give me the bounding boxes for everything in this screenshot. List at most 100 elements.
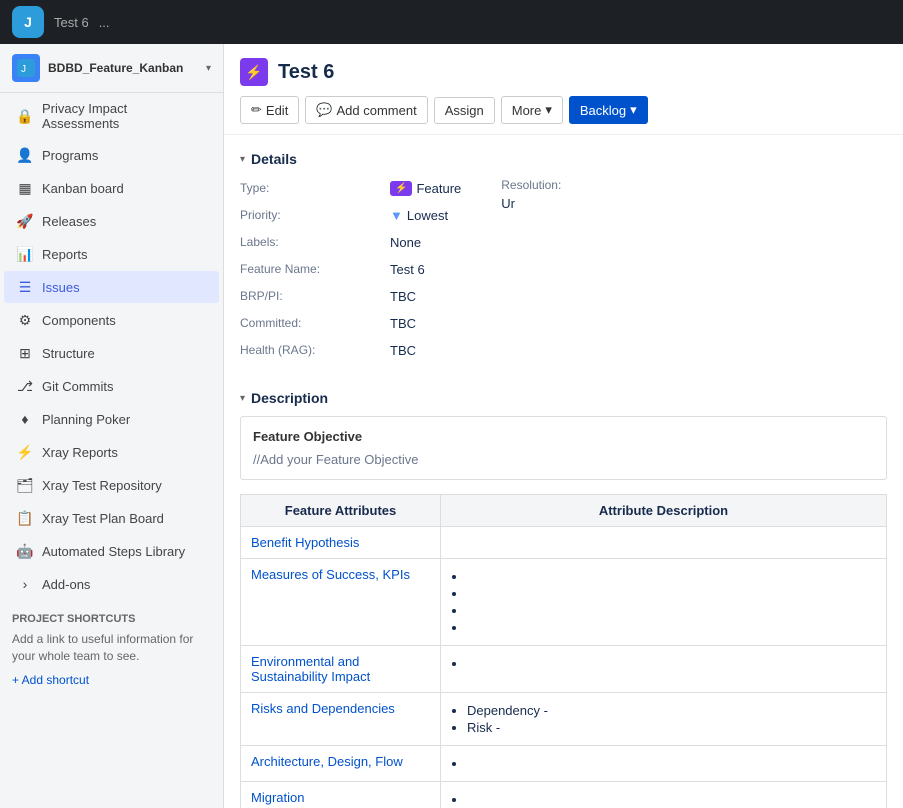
issue-title-row: ⚡ Test 6 bbox=[240, 58, 887, 86]
description-section-title: Description bbox=[251, 390, 328, 406]
bullet-item bbox=[467, 656, 876, 671]
sidebar-item-components[interactable]: ⚙Components bbox=[4, 304, 219, 336]
sidebar-icon-issues: ☰ bbox=[16, 278, 34, 296]
table-row: Benefit Hypothesis bbox=[241, 527, 887, 559]
bullet-item bbox=[467, 792, 876, 807]
shortcuts-label: PROJECT SHORTCUTS bbox=[12, 613, 211, 625]
description-section: ▾ Description Feature Objective //Add yo… bbox=[240, 390, 887, 808]
sidebar-item-xray-test-repo[interactable]: 🗂 Xray Test Repository bbox=[4, 469, 219, 501]
sidebar-label-releases: Releases bbox=[42, 214, 96, 229]
sidebar-item-xray-reports[interactable]: ⚡Xray Reports bbox=[4, 436, 219, 468]
top-bar-dots: ... bbox=[99, 15, 110, 30]
sidebar-item-git-commits[interactable]: ⎇Git Commits bbox=[4, 370, 219, 402]
bullet-item bbox=[467, 569, 876, 584]
sidebar-label-kanban: Kanban board bbox=[42, 181, 124, 196]
attribute-cell: Migration bbox=[241, 782, 441, 808]
details-chevron-icon: ▾ bbox=[240, 154, 245, 165]
add-shortcut-link[interactable]: + Add shortcut bbox=[12, 673, 211, 687]
attribute-cell: Risks and Dependencies bbox=[241, 693, 441, 746]
sidebar-item-releases[interactable]: 🚀 Releases bbox=[4, 205, 219, 237]
table-col1-header: Feature Attributes bbox=[241, 495, 441, 527]
top-bar-project: Test 6 bbox=[54, 15, 89, 30]
priority-icon: ▼ bbox=[390, 208, 403, 223]
table-col2-header: Attribute Description bbox=[441, 495, 887, 527]
app-logo[interactable]: J bbox=[12, 6, 44, 38]
more-chevron-icon: ▾ bbox=[545, 102, 552, 118]
sidebar-icon-planning-poker: ♦ bbox=[16, 410, 34, 428]
details-section: ▾ Details Type: ⚡ Feature Priority: ▼ Lo bbox=[240, 151, 887, 370]
sidebar-icon-git-commits: ⎇ bbox=[16, 377, 34, 395]
attribute-cell: Benefit Hypothesis bbox=[241, 527, 441, 559]
sidebar-item-xray-test-plan[interactable]: 📋Xray Test Plan Board bbox=[4, 502, 219, 534]
sidebar-icon-structure: ⊞ bbox=[16, 344, 34, 362]
feature-badge: ⚡ bbox=[390, 181, 412, 196]
resolution-label: Resolution: bbox=[501, 174, 561, 196]
labels-value: None bbox=[390, 231, 461, 254]
description-cell bbox=[441, 646, 887, 693]
assign-button[interactable]: Assign bbox=[434, 97, 495, 124]
priority-label: Priority: bbox=[240, 204, 380, 227]
edit-button[interactable]: ✏ Edit bbox=[240, 96, 299, 124]
sidebar-label-components: Components bbox=[42, 313, 116, 328]
bullet-item bbox=[467, 756, 876, 771]
sidebar-item-privacy[interactable]: 🔒 Privacy Impact Assessments bbox=[4, 94, 219, 138]
main-content: ⚡ Test 6 ✏ Edit 💬 Add comment Assign Mor… bbox=[224, 44, 903, 808]
action-bar: ✏ Edit 💬 Add comment Assign More ▾ Backl… bbox=[240, 96, 887, 134]
sidebar-icon-privacy: 🔒 bbox=[16, 107, 34, 125]
type-label: Type: bbox=[240, 177, 380, 200]
description-section-header[interactable]: ▾ Description bbox=[240, 390, 887, 406]
feature-name-value: Test 6 bbox=[390, 258, 461, 281]
project-icon: J bbox=[12, 54, 40, 82]
shortcuts-desc: Add a link to useful information for you… bbox=[12, 631, 211, 665]
sidebar-label-xray-test-plan: Xray Test Plan Board bbox=[42, 511, 164, 526]
sidebar-label-structure: Structure bbox=[42, 346, 95, 361]
table-row: Migration bbox=[241, 782, 887, 808]
sidebar-label-xray-test-repo: Xray Test Repository bbox=[42, 478, 162, 493]
table-row: Architecture, Design, Flow bbox=[241, 746, 887, 782]
top-bar: J Test 6 ... bbox=[0, 0, 903, 44]
sidebar-icon-addons: › bbox=[16, 575, 34, 593]
resolution-area: Resolution: Ur bbox=[501, 177, 561, 370]
sidebar-label-privacy: Privacy Impact Assessments bbox=[42, 101, 207, 131]
committed-value: TBC bbox=[390, 312, 461, 335]
feature-attributes-table: Feature Attributes Attribute Description… bbox=[240, 494, 887, 808]
labels-label: Labels: bbox=[240, 231, 380, 254]
committed-label: Committed: bbox=[240, 312, 380, 335]
sidebar-item-planning-poker[interactable]: ♦Planning Poker bbox=[4, 403, 219, 435]
content-body: ▾ Details Type: ⚡ Feature Priority: ▼ Lo bbox=[224, 135, 903, 808]
project-chevron-icon: ▾ bbox=[206, 63, 211, 74]
sidebar-item-structure[interactable]: ⊞ Structure bbox=[4, 337, 219, 369]
details-section-header[interactable]: ▾ Details bbox=[240, 151, 887, 167]
description-cell bbox=[441, 559, 887, 646]
description-chevron-icon: ▾ bbox=[240, 393, 245, 404]
health-value: TBC bbox=[390, 339, 461, 362]
table-row: Measures of Success, KPIs bbox=[241, 559, 887, 646]
comment-icon: 💬 bbox=[316, 102, 332, 118]
sidebar-icon-kanban: ▦ bbox=[16, 179, 34, 197]
table-row: Risks and DependenciesDependency -Risk - bbox=[241, 693, 887, 746]
sidebar-icon-reports: 📊 bbox=[16, 245, 34, 263]
sidebar-item-addons[interactable]: › Add-ons bbox=[4, 568, 219, 600]
sidebar-item-auto-steps[interactable]: 🤖 Automated Steps Library bbox=[4, 535, 219, 567]
add-comment-button[interactable]: 💬 Add comment bbox=[305, 96, 427, 124]
bullet-item: Dependency - bbox=[467, 703, 876, 718]
sidebar-item-programs[interactable]: 👤Programs bbox=[4, 139, 219, 171]
sidebar-label-addons: Add-ons bbox=[42, 577, 90, 592]
sidebar-icon-xray-test-repo: 🗂 bbox=[16, 476, 34, 494]
sidebar-label-reports: Reports bbox=[42, 247, 88, 262]
description-cell: Dependency -Risk - bbox=[441, 693, 887, 746]
more-button[interactable]: More ▾ bbox=[501, 96, 563, 124]
feature-name-label: Feature Name: bbox=[240, 258, 380, 281]
description-cell bbox=[441, 527, 887, 559]
backlog-button[interactable]: Backlog ▾ bbox=[569, 96, 648, 124]
sidebar-icon-auto-steps: 🤖 bbox=[16, 542, 34, 560]
sidebar-nav: 🔒 Privacy Impact Assessments 👤Programs ▦ Kan… bbox=[0, 94, 223, 600]
table-row: Environmental and Sustainability Impact bbox=[241, 646, 887, 693]
sidebar-item-issues[interactable]: ☰Issues bbox=[4, 271, 219, 303]
sidebar-project[interactable]: J BDBD_Feature_Kanban ▾ bbox=[0, 44, 223, 93]
sidebar-icon-releases: 🚀 bbox=[16, 212, 34, 230]
sidebar-item-kanban[interactable]: ▦ Kanban board bbox=[4, 172, 219, 204]
sidebar-item-reports[interactable]: 📊 Reports bbox=[4, 238, 219, 270]
sidebar-icon-programs: 👤 bbox=[16, 146, 34, 164]
sidebar-label-auto-steps: Automated Steps Library bbox=[42, 544, 185, 559]
